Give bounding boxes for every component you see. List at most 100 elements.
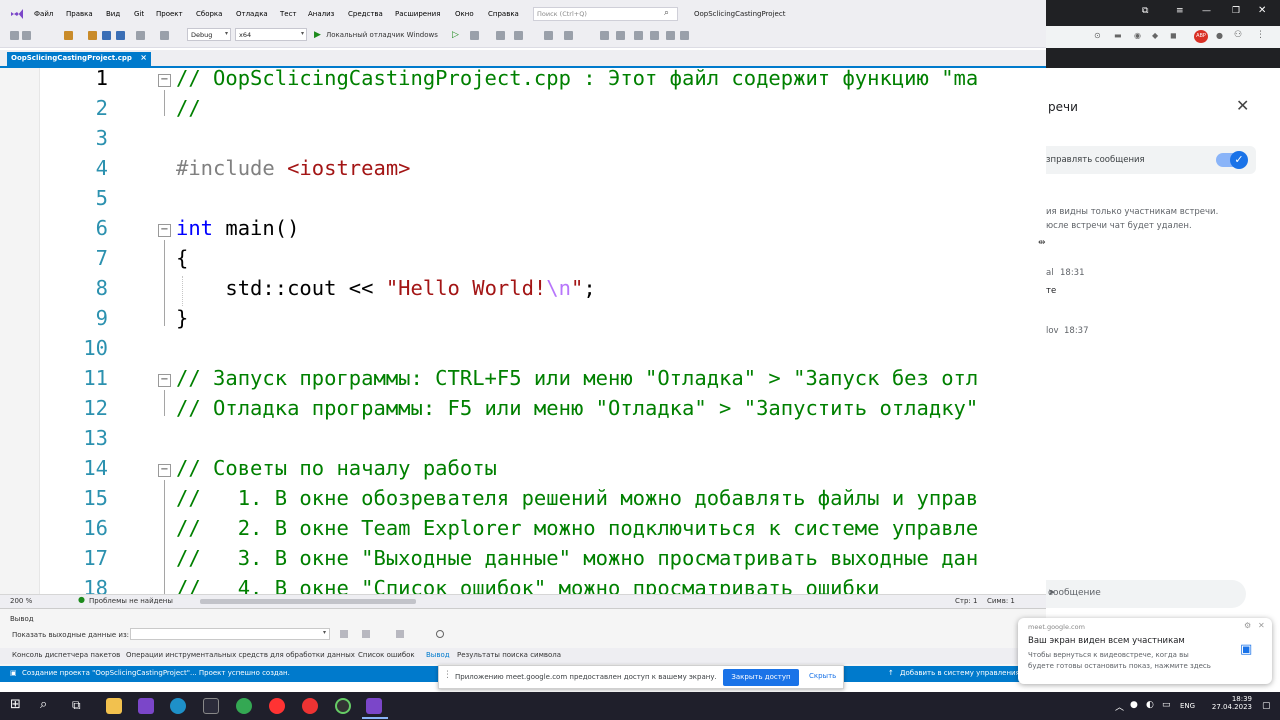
volume-icon[interactable]: ◐ <box>1146 700 1154 710</box>
bookmark-prev-icon[interactable] <box>650 31 659 40</box>
tab-package-manager-console[interactable]: Консоль диспетчера пакетов <box>12 651 120 659</box>
menu-view[interactable]: Вид <box>106 10 120 18</box>
close-icon[interactable]: ✕ <box>1236 96 1249 115</box>
find-icon[interactable] <box>362 630 370 638</box>
tab-search-icon[interactable]: ⧉ <box>1142 6 1148 16</box>
tab-data-tools-operations[interactable]: Операции инструментальных средств для об… <box>126 651 355 659</box>
menu-edit[interactable]: Правка <box>66 10 93 18</box>
close-icon[interactable]: × <box>140 53 147 62</box>
menu-test[interactable]: Тест <box>280 10 297 18</box>
drag-handle-icon[interactable]: ⋮ <box>443 670 452 680</box>
platform-select[interactable]: x64 <box>235 28 307 41</box>
task-view-icon[interactable]: ⧉ <box>72 698 81 713</box>
extension-icon[interactable]: ● <box>1216 31 1223 40</box>
resize-handle-icon[interactable]: ⇹ <box>1038 238 1046 248</box>
collapse-icon[interactable]: − <box>158 464 171 477</box>
search-icon[interactable]: ⌕ <box>40 697 47 712</box>
menu-extensions[interactable]: Расширения <box>395 10 440 18</box>
chrome-icon[interactable] <box>236 698 252 714</box>
forward-icon[interactable] <box>22 31 31 40</box>
tray-chevron-icon[interactable]: ︿ <box>1115 700 1124 713</box>
save-icon[interactable] <box>102 31 111 40</box>
run-button[interactable]: Локальный отладчик Windows <box>326 31 438 39</box>
hot-reload-icon[interactable] <box>470 31 479 40</box>
network-icon[interactable]: ▭ <box>1162 700 1171 710</box>
menu-help[interactable]: Справка <box>488 10 519 18</box>
collapse-icon[interactable]: − <box>158 74 171 87</box>
notifications-icon[interactable]: ▢ <box>1262 701 1271 711</box>
bookmark-clear-icon[interactable] <box>680 31 689 40</box>
menu-git[interactable]: Git <box>134 10 144 18</box>
output-source-select[interactable]: ▾ <box>130 628 330 640</box>
menu-tools[interactable]: Средства <box>348 10 383 18</box>
yandex-browser-icon[interactable] <box>269 698 285 714</box>
chrome-profile-icon[interactable] <box>335 698 351 714</box>
settings-icon[interactable]: ⋮ <box>1256 30 1265 40</box>
redo-icon[interactable] <box>160 31 169 40</box>
collapse-icon[interactable]: − <box>158 224 171 237</box>
microphone-icon[interactable]: ● <box>1130 700 1138 710</box>
comment-icon[interactable] <box>616 31 625 40</box>
edge-icon[interactable] <box>170 698 186 714</box>
extension-icon[interactable]: ⊙ <box>1094 31 1101 40</box>
collapse-icon[interactable]: − <box>158 374 171 387</box>
undo-icon[interactable] <box>136 31 145 40</box>
extension-icon[interactable]: ▬ <box>1114 31 1122 40</box>
menu-window[interactable]: Окно <box>455 10 474 18</box>
back-icon[interactable] <box>10 31 19 40</box>
new-project-icon[interactable] <box>64 31 73 40</box>
bookmark-next-icon[interactable] <box>666 31 675 40</box>
menu-icon[interactable]: ≡ <box>1176 6 1184 16</box>
tab-output[interactable]: Вывод <box>426 651 450 659</box>
menu-project[interactable]: Проект <box>156 10 183 18</box>
clear-output-icon[interactable] <box>340 630 348 638</box>
allow-messages-toggle[interactable]: ✓ <box>1216 151 1248 169</box>
add-to-source-control-button[interactable]: Добавить в систему управления <box>900 669 1020 677</box>
code-editor[interactable]: 1 − // OopSclicingCastingProject.cpp : Э… <box>0 68 1046 594</box>
search-input[interactable]: Поиск (Ctrl+Q) ⌕ <box>533 7 678 21</box>
problems-status[interactable]: Проблемы не найдены <box>89 597 173 605</box>
zoom-level[interactable]: 200 % <box>10 597 32 605</box>
language-indicator[interactable]: ENG <box>1180 702 1195 710</box>
horizontal-scrollbar[interactable] <box>200 599 416 604</box>
start-without-debugging-icon[interactable]: ▷ <box>452 30 459 40</box>
file-tab[interactable]: OopSclicingCastingProject.cpp × <box>7 52 151 66</box>
menu-file[interactable]: Файл <box>34 10 53 18</box>
save-all-icon[interactable] <box>116 31 125 40</box>
tab-find-symbol-results[interactable]: Результаты поиска символа <box>457 651 561 659</box>
maximize-icon[interactable]: ❐ <box>1232 6 1240 16</box>
send-icon[interactable]: ➤ <box>1048 588 1240 598</box>
menu-build[interactable]: Сборка <box>196 10 222 18</box>
bookmark-icon[interactable] <box>634 31 643 40</box>
store-icon[interactable] <box>203 698 219 714</box>
notification-settings-icon[interactable]: ⚙ <box>1244 621 1251 630</box>
tab-error-list[interactable]: Список ошибок <box>358 651 415 659</box>
file-explorer-icon[interactable] <box>106 698 122 714</box>
open-folder-icon[interactable] <box>88 31 97 40</box>
start-icon[interactable]: ⊞ <box>10 697 21 712</box>
time-icon[interactable] <box>436 630 444 638</box>
close-window-icon[interactable]: ✕ <box>1258 5 1266 16</box>
start-debugging-icon[interactable]: ▶ <box>314 30 321 40</box>
menu-debug[interactable]: Отладка <box>236 10 268 18</box>
screen-share-notification[interactable]: meet.google.com ⚙ ✕ Ваш экран виден всем… <box>1018 618 1272 684</box>
clock[interactable]: 18:39 27.04.2023 <box>1208 695 1252 711</box>
visual-studio-taskbar-icon[interactable] <box>138 698 154 714</box>
close-icon[interactable]: ✕ <box>1258 621 1265 630</box>
stop-sharing-button[interactable]: Закрыть доступ <box>723 669 799 686</box>
adblock-icon[interactable]: ABP <box>1194 30 1208 43</box>
pointer-icon[interactable] <box>514 31 523 40</box>
menu-analyze[interactable]: Анализ <box>308 10 334 18</box>
extension-icon[interactable]: ◆ <box>1152 31 1158 40</box>
extension-icon[interactable]: ◉ <box>1134 31 1141 40</box>
extension-icon[interactable]: ◼ <box>1170 31 1177 40</box>
diagnostics-icon[interactable] <box>496 31 505 40</box>
browse-icon[interactable] <box>544 31 553 40</box>
format-icon[interactable] <box>600 31 609 40</box>
profile-icon[interactable]: ⚇ <box>1234 30 1242 40</box>
visual-studio-active-icon[interactable] <box>366 698 382 714</box>
minimize-icon[interactable]: — <box>1202 6 1211 16</box>
step-icon[interactable] <box>564 31 573 40</box>
yandex-icon[interactable] <box>302 698 318 714</box>
message-input[interactable]: сообщение ➤ <box>1046 580 1246 608</box>
